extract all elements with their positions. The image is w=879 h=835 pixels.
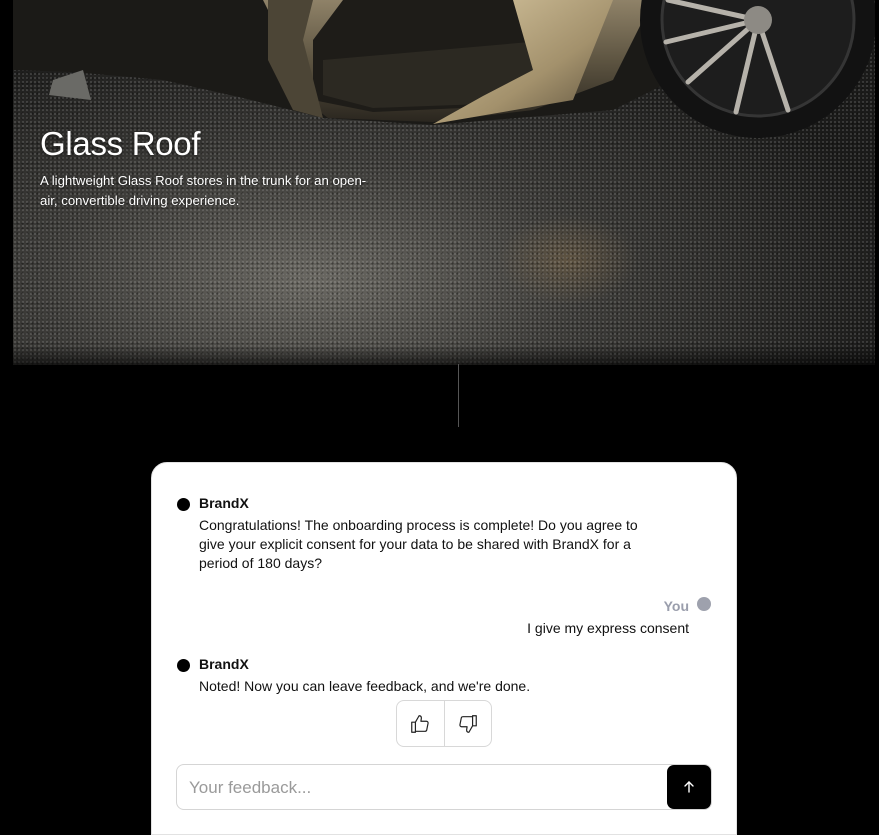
message-sender: BrandX [199,495,249,511]
thumbs-down-icon [459,714,477,733]
feedback-buttons [396,700,492,747]
message-sender: BrandX [199,656,249,672]
message-sender: You [663,598,689,614]
feedback-input-row [176,764,712,811]
message-text: I give my express consent [527,620,689,636]
send-button[interactable] [667,765,711,809]
hero-description: A lightweight Glass Roof stores in the t… [40,173,367,208]
vertical-divider [458,364,459,427]
chat-panel: BrandX Congratulations! The onboarding p… [151,462,737,835]
hero-text: Glass Roof A lightweight Glass Roof stor… [40,123,380,211]
user-avatar-dot [697,597,711,611]
thumbs-down-button[interactable] [443,701,492,746]
arrow-up-icon [684,781,694,793]
message-text: Noted! Now you can leave feedback, and w… [199,678,531,694]
feedback-input[interactable] [187,765,661,811]
thumbs-up-icon [411,714,429,733]
user-message: You I give my express consent [411,596,711,646]
thumbs-up-button[interactable] [397,701,444,746]
hero-title: Glass Roof [40,125,201,162]
hero-image: Glass Roof A lightweight Glass Roof stor… [13,0,875,365]
message-text: Congratulations! The onboarding process … [199,517,638,571]
bot-avatar-dot [177,498,190,511]
bot-avatar-dot [177,659,190,672]
